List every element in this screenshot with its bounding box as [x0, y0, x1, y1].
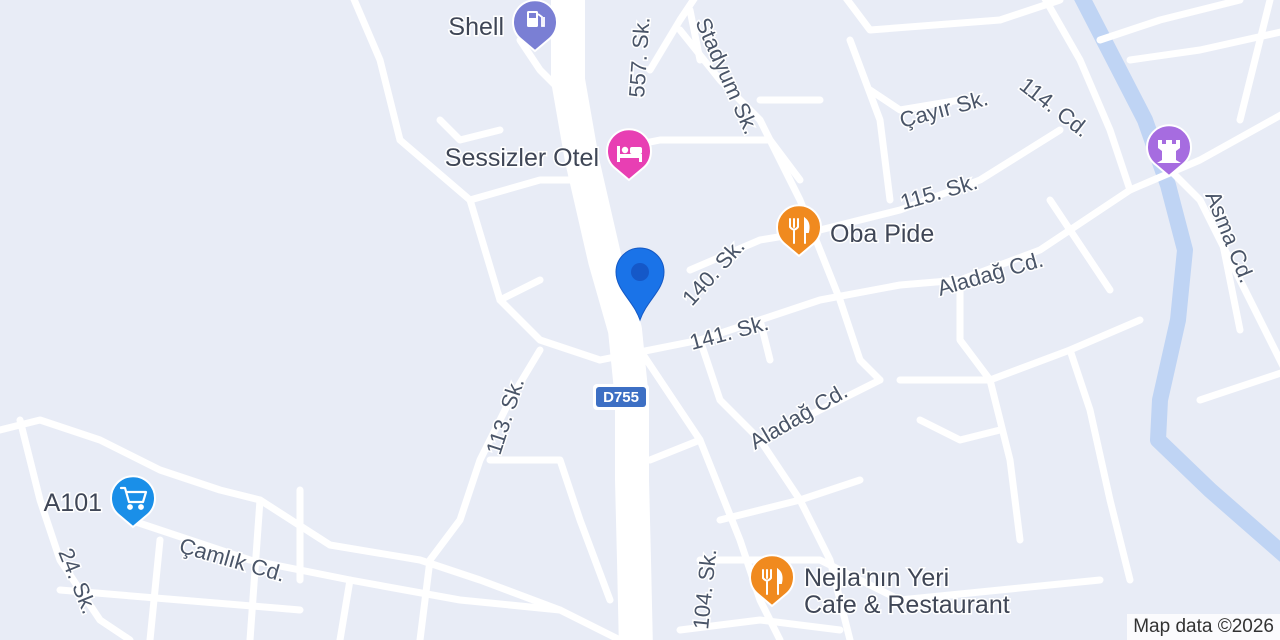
street-label-asma: Asma Cd.: [1200, 188, 1259, 287]
location-pin-dot: [631, 263, 649, 281]
street-label-113: 113. Sk.: [481, 375, 529, 458]
street-label-104: 104. Sk.: [688, 548, 721, 631]
street-label-557: 557. Sk.: [624, 16, 655, 98]
poi-label-nejla-line1: Nejla'nın Yeri: [804, 564, 949, 592]
poi-shell[interactable]: Shell: [447, 0, 558, 53]
poi-label-sessizler: Sessizler Otel: [445, 144, 599, 172]
street-label-115: 115. Sk.: [897, 169, 980, 215]
street-label-aladag-upper: Aladağ Cd.: [934, 247, 1046, 301]
poi-pin-nejla: [749, 554, 795, 608]
street-label-aladag-lower: Aladağ Cd.: [745, 378, 852, 454]
street-label-cayir: Çayır Sk.: [897, 85, 991, 133]
road-shield-d755: D755: [593, 384, 649, 410]
street-label-114-cd: 114. Cd.: [1015, 72, 1095, 142]
road-shield-label: D755: [603, 389, 639, 406]
street-label-camlik: Çamlık Cd.: [177, 533, 288, 587]
location-pin[interactable]: [615, 247, 665, 322]
map-attribution: Map data ©2026: [1127, 614, 1280, 640]
map-overlay: 557. Sk. Stadyum Sk. Çayır Sk. 114. Cd. …: [42, 0, 1261, 632]
poi-a101[interactable]: A101: [42, 475, 156, 529]
poi-landmark[interactable]: [1146, 124, 1192, 178]
street-label-140: 140. Sk.: [677, 234, 750, 311]
street-label-stadyum: Stadyum Sk.: [690, 14, 764, 138]
poi-nejla[interactable]: Nejla'nın Yeri Cafe & Restaurant: [749, 554, 1011, 621]
map-view[interactable]: 557. Sk. Stadyum Sk. Çayır Sk. 114. Cd. …: [0, 0, 1280, 640]
poi-label-shell: Shell: [448, 13, 504, 41]
poi-label-oba: Oba Pide: [830, 220, 934, 248]
street-label-141: 141. Sk.: [687, 310, 771, 355]
poi-sessizler-otel[interactable]: Sessizler Otel: [443, 128, 652, 182]
street-label-24: 24. Sk.: [53, 545, 102, 618]
poi-label-a101: A101: [44, 489, 102, 517]
poi-pin-oba: [776, 204, 822, 258]
location-pin-body: [615, 247, 665, 322]
poi-label-nejla-line2: Cafe & Restaurant: [804, 591, 1010, 619]
